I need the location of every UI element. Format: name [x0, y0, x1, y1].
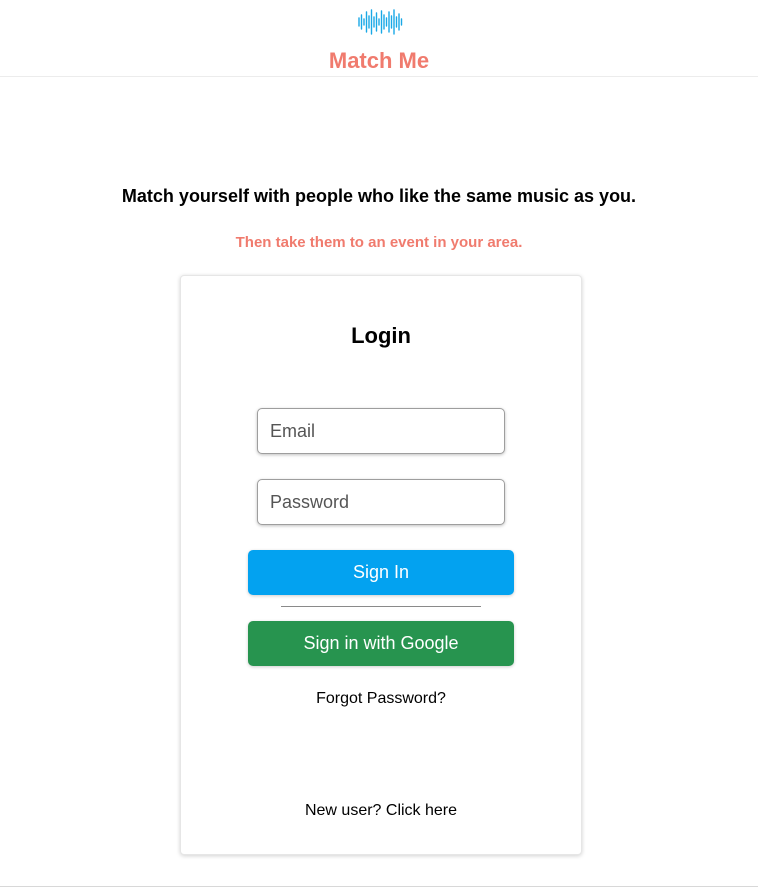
bottom-divider: [0, 886, 758, 887]
divider: [281, 606, 481, 607]
forgot-password-link[interactable]: Forgot Password?: [181, 690, 581, 708]
new-user-link[interactable]: New user? Click here: [181, 802, 581, 820]
password-field[interactable]: [257, 479, 505, 525]
google-sign-in-button[interactable]: Sign in with Google: [248, 621, 514, 666]
soundwave-icon[interactable]: [357, 9, 403, 35]
email-field[interactable]: [257, 408, 505, 454]
hero-subtagline: Then take them to an event in your area.: [235, 234, 523, 251]
sign-in-button[interactable]: Sign In: [248, 550, 514, 595]
brand-title: Match Me: [328, 48, 430, 73]
login-card: Login Sign In Sign in with Google Forgot…: [180, 275, 582, 855]
app-header: Match Me: [0, 0, 758, 77]
hero-tagline: Match yourself with people who like the …: [121, 186, 637, 206]
login-title: Login: [351, 323, 411, 348]
